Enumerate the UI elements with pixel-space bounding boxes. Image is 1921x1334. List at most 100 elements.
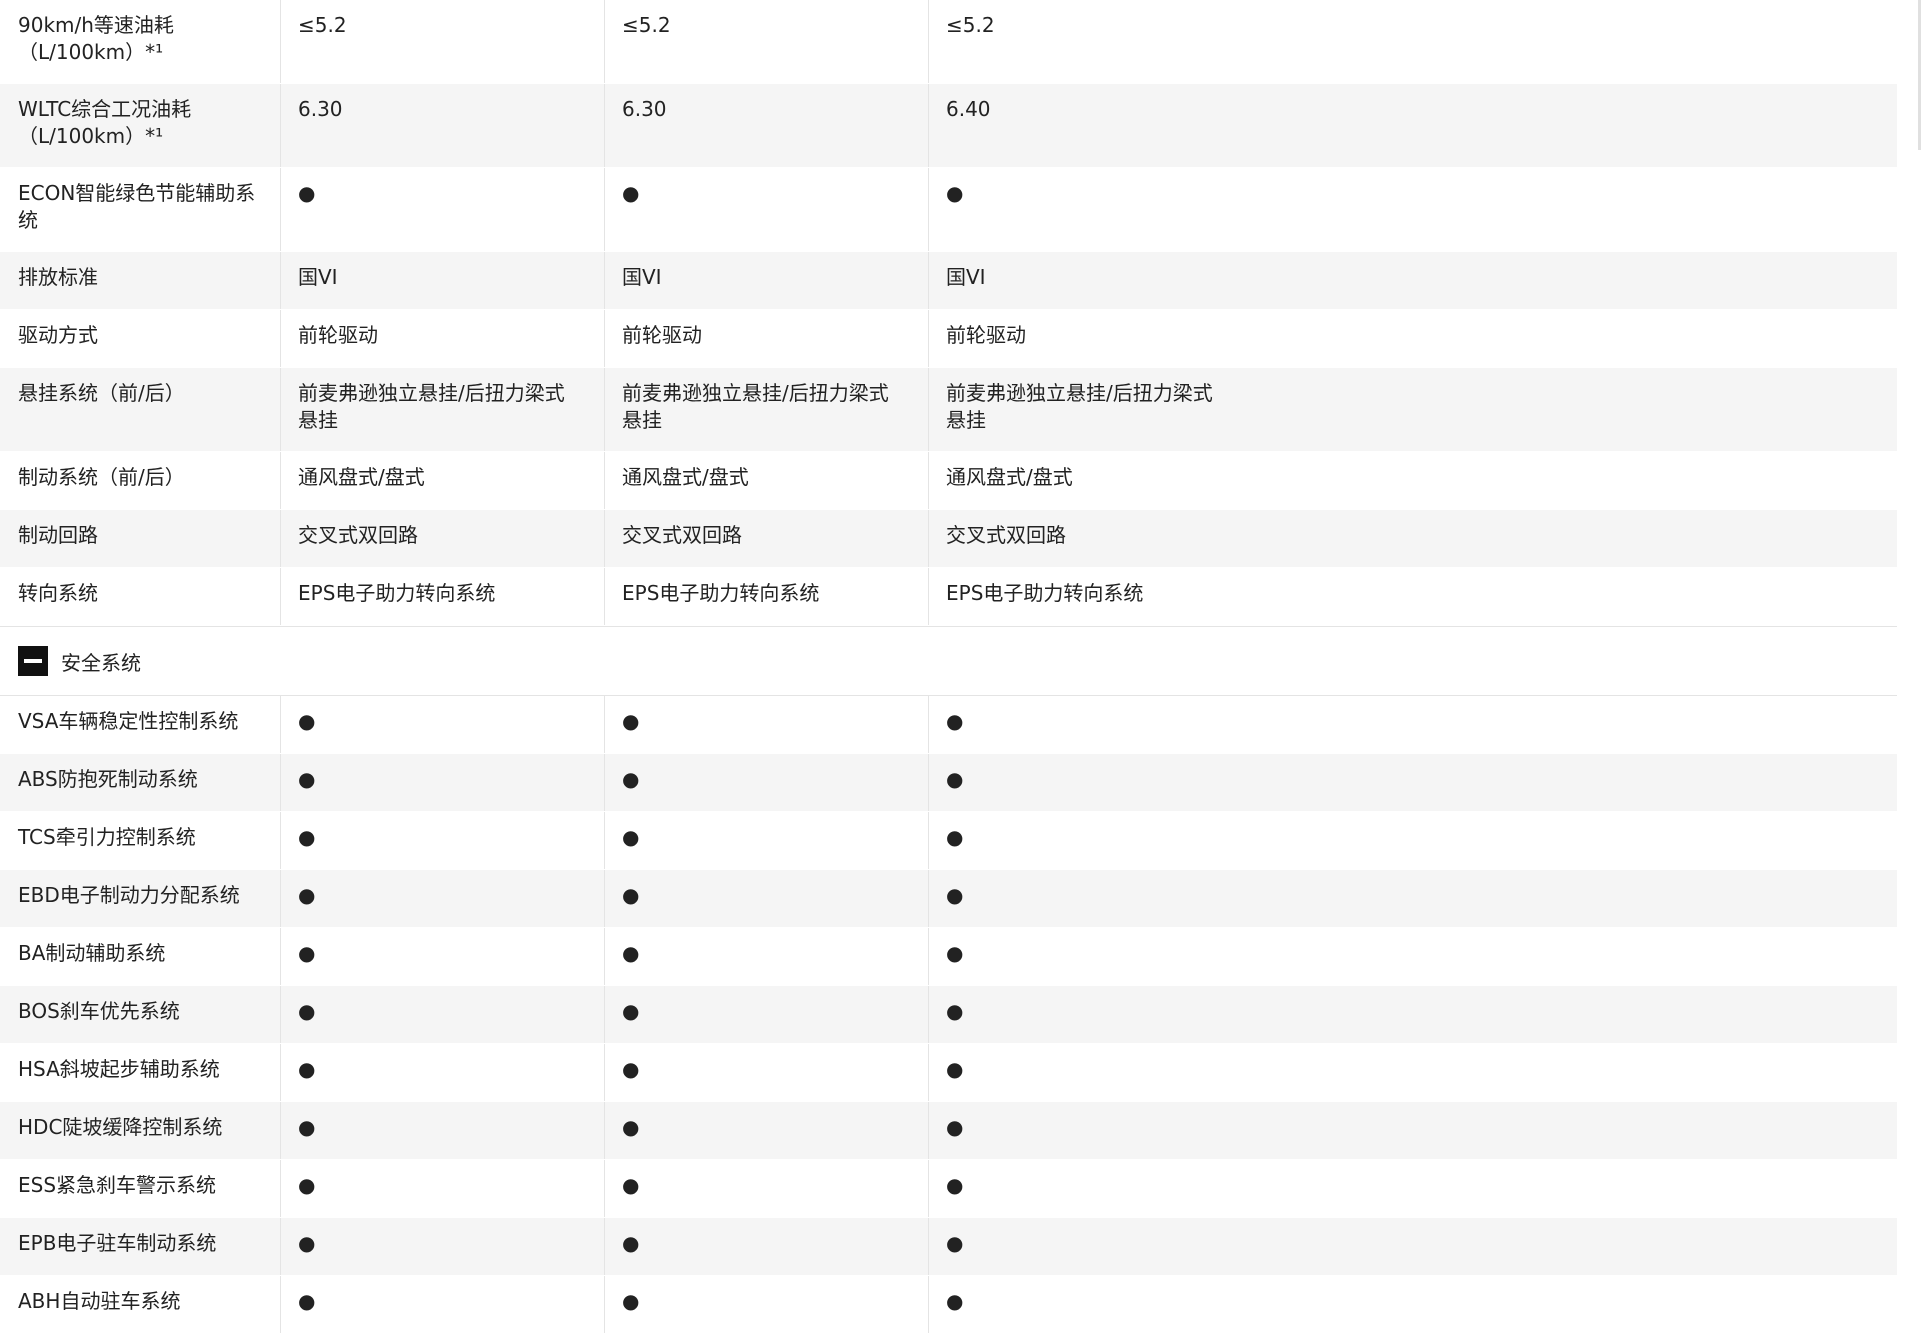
cell-value-model-2: ● [604,168,928,251]
cell-value-model-1: ● [280,168,604,251]
table-row: 转向系统 EPS电子助力转向系统 EPS电子助力转向系统 EPS电子助力转向系统 [0,568,1897,626]
table-row: 排放标准 国VI 国VI 国VI [0,252,1897,310]
cell-value-model-2: EPS电子助力转向系统 [604,568,928,625]
row-label: HSA斜坡起步辅助系统 [18,1057,220,1081]
cell-value-model-1: ● [280,696,604,753]
cell-value-model-2: 6.30 [604,84,928,167]
row-label: HDC陡坡缓降控制系统 [18,1115,223,1139]
row-label: EBD电子制动力分配系统 [18,883,240,907]
cell-value-model-3: 前麦弗逊独立悬挂/后扭力梁式 悬挂 [928,368,1897,451]
row-label: 悬挂系统（前/后） [18,381,185,405]
table-row: BOS刹车优先系统 ● ● ● [0,986,1897,1044]
row-label: 90km/h等速油耗 （L/100km）*¹ [18,13,174,64]
table-row: ABH自动驻车系统 ● ● ● [0,1276,1897,1334]
cell-value-model-1: 通风盘式/盘式 [280,452,604,509]
table-row: BA制动辅助系统 ● ● ● [0,928,1897,986]
row-label: EPB电子驻车制动系统 [18,1231,217,1255]
cell-value-model-1: ● [280,1102,604,1159]
table-row: 制动系统（前/后） 通风盘式/盘式 通风盘式/盘式 通风盘式/盘式 [0,452,1897,510]
cell-value-model-3: ● [928,1160,1897,1217]
cell-value-model-2: ● [604,928,928,985]
table-row: 驱动方式 前轮驱动 前轮驱动 前轮驱动 [0,310,1897,368]
cell-value-model-2: ● [604,696,928,753]
cell-value-model-3: 通风盘式/盘式 [928,452,1897,509]
table-row: ABS防抱死制动系统 ● ● ● [0,754,1897,812]
cell-value-model-1: ● [280,870,604,927]
cell-value-model-3: ● [928,168,1897,251]
spec-table: 90km/h等速油耗 （L/100km）*¹ ≤5.2 ≤5.2 ≤5.2 WLTC综合… [0,0,1921,1334]
cell-value-model-2: 前轮驱动 [604,310,928,367]
table-row: 90km/h等速油耗 （L/100km）*¹ ≤5.2 ≤5.2 ≤5.2 [0,0,1897,84]
cell-value-model-3: ● [928,1102,1897,1159]
cell-value-model-2: ● [604,986,928,1043]
cell-value-model-3: ● [928,812,1897,869]
cell-value-model-1: ● [280,1044,604,1101]
table-row: TCS牵引力控制系统 ● ● ● [0,812,1897,870]
table-row: 制动回路 交叉式双回路 交叉式双回路 交叉式双回路 [0,510,1897,568]
table-row: ESS紧急刹车警示系统 ● ● ● [0,1160,1897,1218]
cell-value-model-3: ● [928,928,1897,985]
scrollbar[interactable] [1897,0,1921,1328]
cell-value-model-1: 交叉式双回路 [280,510,604,567]
cell-value-model-3: 6.40 [928,84,1897,167]
cell-value-model-3: ● [928,986,1897,1043]
table-row: HDC陡坡缓降控制系统 ● ● ● [0,1102,1897,1160]
row-label: 排放标准 [18,265,98,289]
cell-value-model-2: ● [604,754,928,811]
cell-value-model-3: 交叉式双回路 [928,510,1897,567]
spec-rows-safety: VSA车辆稳定性控制系统 ● ● ● ABS防抱死制动系统 ● ● ● TCS牵引力控制系统 ● ●… [0,696,1897,1334]
row-label: WLTC综合工况油耗 （L/100km）*¹ [18,97,192,148]
cell-value-model-3: ≤5.2 [928,0,1897,83]
section-title: 安全系统 [61,650,141,675]
row-label: VSA车辆稳定性控制系统 [18,709,239,733]
cell-value-model-2: ● [604,870,928,927]
row-label: ABS防抱死制动系统 [18,767,198,791]
row-label: ESS紧急刹车警示系统 [18,1173,217,1197]
row-label: BOS刹车优先系统 [18,999,180,1023]
cell-value-model-1: EPS电子助力转向系统 [280,568,604,625]
row-label: BA制动辅助系统 [18,941,166,965]
section-header-safety[interactable]: 安全系统 [0,626,1921,696]
cell-value-model-3: ● [928,696,1897,753]
cell-value-model-3: EPS电子助力转向系统 [928,568,1897,625]
cell-value-model-3: ● [928,1044,1897,1101]
cell-value-model-2: 国VI [604,252,928,309]
table-row: 悬挂系统（前/后） 前麦弗逊独立悬挂/后扭力梁式 悬挂 前麦弗逊独立悬挂/后扭力梁式… [0,368,1897,452]
cell-value-model-2: 交叉式双回路 [604,510,928,567]
table-row: WLTC综合工况油耗 （L/100km）*¹ 6.30 6.30 6.40 [0,84,1897,168]
cell-value-model-2: ● [604,812,928,869]
cell-value-model-2: ● [604,1218,928,1275]
table-row: EBD电子制动力分配系统 ● ● ● [0,870,1897,928]
cell-value-model-2: 通风盘式/盘式 [604,452,928,509]
cell-value-model-1: 前轮驱动 [280,310,604,367]
cell-value-model-3: ● [928,1276,1897,1333]
cell-value-model-1: 前麦弗逊独立悬挂/后扭力梁式 悬挂 [280,368,604,451]
cell-value-model-3: ● [928,870,1897,927]
cell-value-model-1: ● [280,812,604,869]
cell-value-model-3: ● [928,1218,1897,1275]
row-label: 制动系统（前/后） [18,465,185,489]
spec-rows-powertrain: 90km/h等速油耗 （L/100km）*¹ ≤5.2 ≤5.2 ≤5.2 WLTC综合… [0,0,1897,626]
table-row: EPB电子驻车制动系统 ● ● ● [0,1218,1897,1276]
cell-value-model-1: ● [280,986,604,1043]
row-label: 制动回路 [18,523,98,547]
cell-value-model-1: 国VI [280,252,604,309]
cell-value-model-1: ● [280,1218,604,1275]
collapse-icon[interactable] [18,646,48,676]
table-row: VSA车辆稳定性控制系统 ● ● ● [0,696,1897,754]
cell-value-model-3: ● [928,754,1897,811]
table-row: ECON智能绿色节能辅助系 统 ● ● ● [0,168,1897,252]
cell-value-model-2: ● [604,1276,928,1333]
cell-value-model-1: 6.30 [280,84,604,167]
cell-value-model-3: 前轮驱动 [928,310,1897,367]
table-row: HSA斜坡起步辅助系统 ● ● ● [0,1044,1897,1102]
row-label: ECON智能绿色节能辅助系 统 [18,181,256,232]
cell-value-model-1: ● [280,1160,604,1217]
cell-value-model-2: 前麦弗逊独立悬挂/后扭力梁式 悬挂 [604,368,928,451]
cell-value-model-3: 国VI [928,252,1897,309]
cell-value-model-2: ≤5.2 [604,0,928,83]
cell-value-model-1: ● [280,754,604,811]
cell-value-model-1: ≤5.2 [280,0,604,83]
row-label: 转向系统 [18,581,98,605]
row-label: TCS牵引力控制系统 [18,825,196,849]
